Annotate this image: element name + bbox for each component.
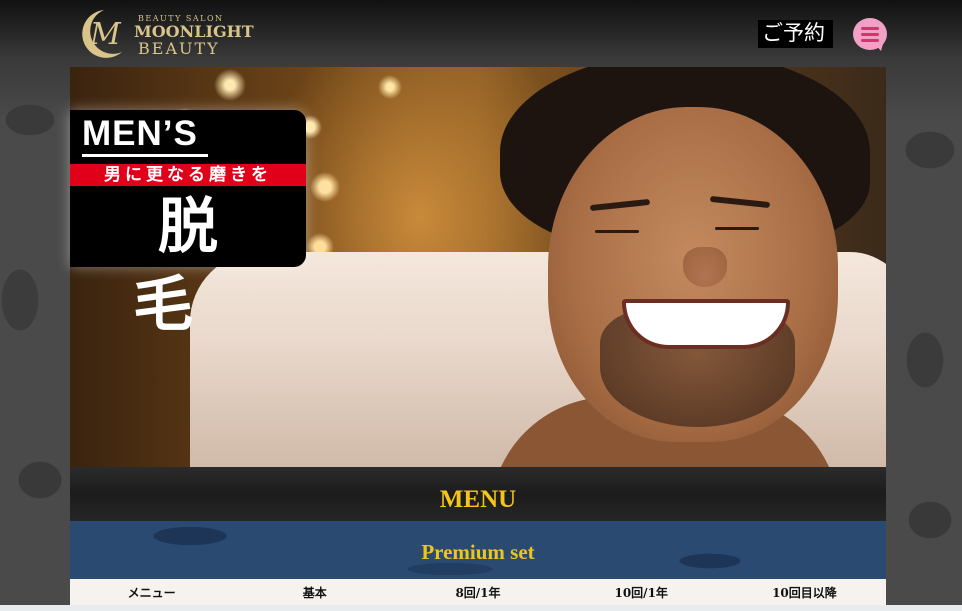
menu-title: MENU [439,486,517,513]
menu-line [861,27,879,30]
site-logo[interactable]: M BEAUTY SALON MOONLIGHT BEAUTY [74,8,254,60]
premium-set-band: Premium set [70,521,886,579]
right-eye [715,227,759,230]
badge-tagline: 男に更なる磨きを [70,164,306,186]
left-eye [595,230,639,233]
menu-line [861,39,879,42]
site-header: M BEAUTY SALON MOONLIGHT BEAUTY ご予約 [0,0,962,66]
menu-heading-band: MENU [70,467,886,521]
menu-line [861,33,879,36]
svg-text:M: M [89,17,122,52]
badge-underline [82,154,208,157]
chat-bubble-menu-icon[interactable] [853,18,887,51]
logo-subname: BEAUTY [138,39,220,58]
nose [683,247,727,287]
premium-set-title: Premium set [421,540,535,564]
badge-main-text: 脱毛 [133,192,268,340]
mens-hair-removal-badge: MEN’S 男に更なる磨きを 脱毛 [70,110,306,340]
bubble-tail [875,44,883,51]
bottom-strip [0,605,962,611]
badge-title: MEN’S [82,114,198,153]
reservation-link[interactable]: ご予約 [758,20,833,48]
smile [622,299,790,349]
moon-logo-icon: M [82,10,122,58]
